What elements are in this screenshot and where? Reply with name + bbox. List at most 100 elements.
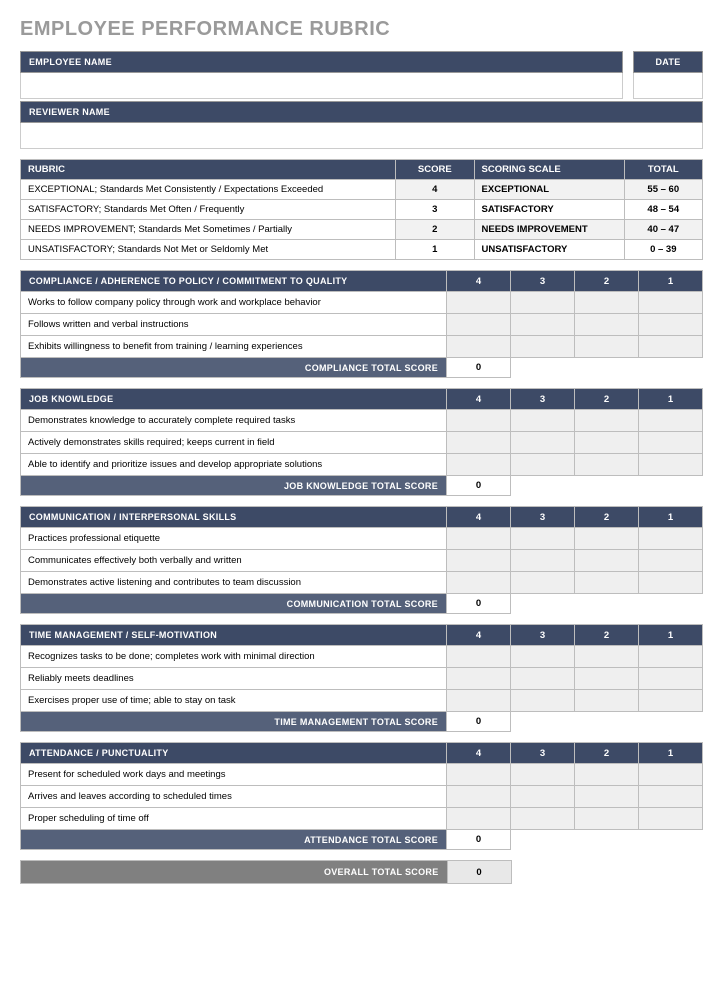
rubric-score: 2 [396, 220, 474, 240]
score-cell[interactable] [511, 314, 575, 336]
criteria-row: Proper scheduling of time off [21, 808, 703, 830]
score-cell[interactable] [511, 550, 575, 572]
criteria-text: Demonstrates active listening and contri… [21, 572, 447, 594]
criteria-row: Exhibits willingness to benefit from tra… [21, 336, 703, 358]
score-cell[interactable] [575, 572, 639, 594]
section-total-value: 0 [447, 476, 511, 496]
score-cell[interactable] [447, 454, 511, 476]
score-cell[interactable] [511, 432, 575, 454]
score-cell[interactable] [511, 572, 575, 594]
rubric-desc: UNSATISFACTORY; Standards Not Met or Sel… [21, 240, 396, 260]
section-title: COMPLIANCE / ADHERENCE TO POLICY / COMMI… [21, 271, 447, 292]
score-cell[interactable] [575, 292, 639, 314]
score-cell[interactable] [575, 432, 639, 454]
criteria-text: Exhibits willingness to benefit from tra… [21, 336, 447, 358]
criteria-text: Works to follow company policy through w… [21, 292, 447, 314]
score-cell[interactable] [575, 646, 639, 668]
score-cell[interactable] [447, 808, 511, 830]
score-cell[interactable] [447, 572, 511, 594]
score-cell[interactable] [575, 550, 639, 572]
score-cell[interactable] [447, 410, 511, 432]
score-cell[interactable] [639, 786, 703, 808]
score-cell[interactable] [639, 764, 703, 786]
score-cell[interactable] [511, 410, 575, 432]
score-cell[interactable] [511, 646, 575, 668]
score-cell[interactable] [511, 292, 575, 314]
score-cell[interactable] [639, 410, 703, 432]
section-total-row: COMMUNICATION TOTAL SCORE0 [21, 594, 703, 614]
score-cell[interactable] [639, 646, 703, 668]
score-cell[interactable] [447, 690, 511, 712]
score-cell[interactable] [511, 690, 575, 712]
rubric-row: UNSATISFACTORY; Standards Not Met or Sel… [21, 240, 703, 260]
rubric-desc: EXCEPTIONAL; Standards Met Consistently … [21, 180, 396, 200]
score-cell[interactable] [639, 336, 703, 358]
score-cell[interactable] [575, 808, 639, 830]
score-cell[interactable] [447, 432, 511, 454]
criteria-text: Exercises proper use of time; able to st… [21, 690, 447, 712]
score-cell[interactable] [639, 668, 703, 690]
criteria-text: Able to identify and prioritize issues a… [21, 454, 447, 476]
score-column-header: 1 [639, 389, 703, 410]
score-cell[interactable] [575, 454, 639, 476]
score-column-header: 2 [575, 743, 639, 764]
score-cell[interactable] [639, 528, 703, 550]
criteria-text: Proper scheduling of time off [21, 808, 447, 830]
score-cell[interactable] [447, 786, 511, 808]
reviewer-name-input[interactable] [20, 123, 703, 149]
score-cell[interactable] [511, 668, 575, 690]
score-cell[interactable] [447, 314, 511, 336]
date-input[interactable] [633, 73, 703, 99]
score-cell[interactable] [511, 528, 575, 550]
score-cell[interactable] [511, 336, 575, 358]
score-column-header: 2 [575, 625, 639, 646]
criteria-text: Recognizes tasks to be done; completes w… [21, 646, 447, 668]
page-title: EMPLOYEE PERFORMANCE RUBRIC [20, 18, 703, 41]
score-cell[interactable] [575, 314, 639, 336]
score-cell[interactable] [511, 786, 575, 808]
score-cell[interactable] [447, 646, 511, 668]
rubric-score: 3 [396, 200, 474, 220]
rubric-header: RUBRIC [21, 160, 396, 180]
score-cell[interactable] [639, 690, 703, 712]
score-cell[interactable] [639, 292, 703, 314]
score-column-header: 2 [575, 389, 639, 410]
score-cell[interactable] [447, 528, 511, 550]
score-cell[interactable] [575, 690, 639, 712]
score-cell[interactable] [511, 454, 575, 476]
criteria-row: Works to follow company policy through w… [21, 292, 703, 314]
rubric-range: 48 – 54 [624, 200, 702, 220]
score-column-header: 1 [639, 507, 703, 528]
score-cell[interactable] [639, 808, 703, 830]
score-cell[interactable] [447, 550, 511, 572]
score-cell[interactable] [639, 454, 703, 476]
rubric-scale: EXCEPTIONAL [474, 180, 624, 200]
score-column-header: 1 [639, 625, 703, 646]
rubric-row: NEEDS IMPROVEMENT; Standards Met Sometim… [21, 220, 703, 240]
score-cell[interactable] [575, 764, 639, 786]
section-total-label: TIME MANAGEMENT TOTAL SCORE [21, 712, 447, 732]
rubric-row: SATISFACTORY; Standards Met Often / Freq… [21, 200, 703, 220]
score-cell[interactable] [639, 572, 703, 594]
score-cell[interactable] [639, 314, 703, 336]
score-cell[interactable] [447, 292, 511, 314]
score-cell[interactable] [447, 668, 511, 690]
score-cell[interactable] [447, 336, 511, 358]
score-cell[interactable] [447, 764, 511, 786]
score-cell[interactable] [639, 432, 703, 454]
score-column-header: 1 [639, 743, 703, 764]
score-cell[interactable] [639, 550, 703, 572]
criteria-row: Actively demonstrates skills required; k… [21, 432, 703, 454]
section-table: TIME MANAGEMENT / SELF-MOTIVATION4321Rec… [20, 624, 703, 732]
score-cell[interactable] [575, 668, 639, 690]
score-cell[interactable] [575, 528, 639, 550]
score-cell[interactable] [575, 786, 639, 808]
rubric-key-table: RUBRIC SCORE SCORING SCALE TOTAL EXCEPTI… [20, 159, 703, 260]
overall-total-table: OVERALL TOTAL SCORE 0 [20, 860, 703, 884]
criteria-row: Present for scheduled work days and meet… [21, 764, 703, 786]
score-cell[interactable] [575, 336, 639, 358]
score-cell[interactable] [511, 808, 575, 830]
employee-name-input[interactable] [20, 73, 623, 99]
score-cell[interactable] [575, 410, 639, 432]
score-cell[interactable] [511, 764, 575, 786]
